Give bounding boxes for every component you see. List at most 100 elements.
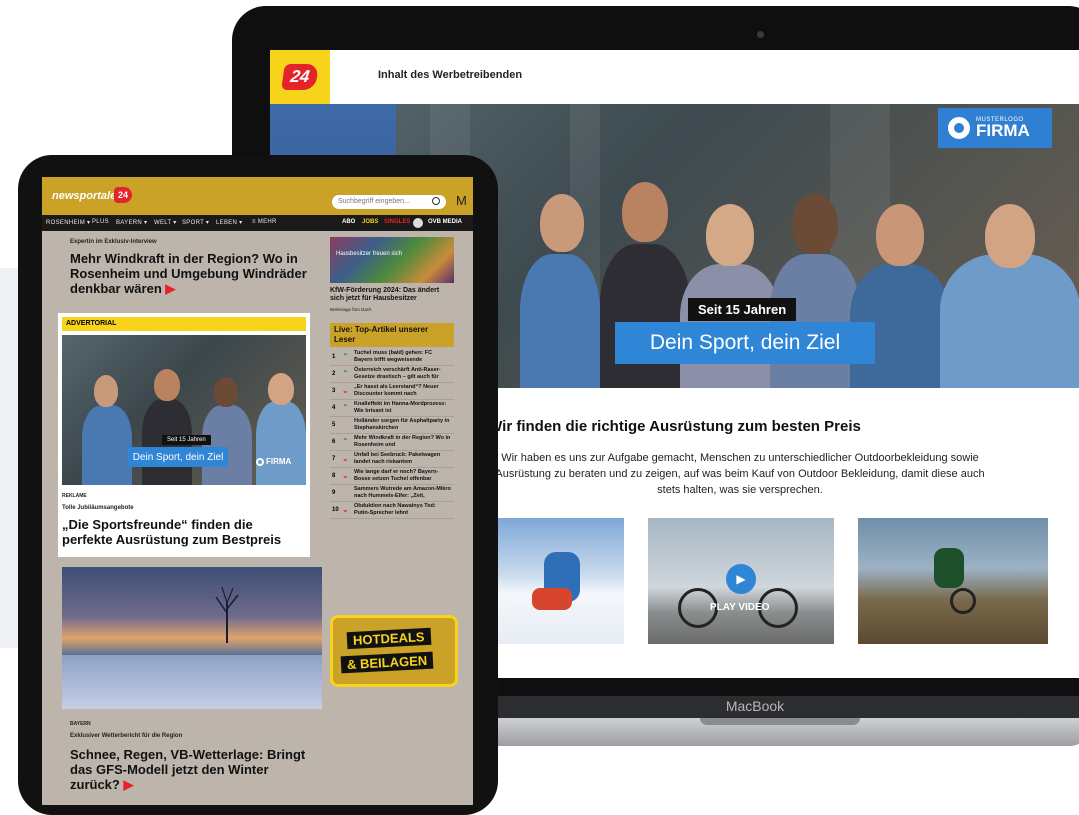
brand-ring-icon — [948, 117, 970, 139]
sidebar: Hausbesitzer freuen sich KfW-Förderung 2… — [330, 231, 462, 805]
nav-brand[interactable]: OVB MEDIA — [428, 219, 462, 225]
search-icon[interactable] — [432, 197, 440, 205]
article-title[interactable]: Mehr Windkraft in der Region? Wo in Rose… — [70, 251, 310, 296]
user-avatar-icon[interactable] — [413, 218, 423, 228]
header-right-letter[interactable]: M — [456, 193, 467, 208]
trend-down-icon: ⌄ — [342, 454, 349, 463]
nav-abo[interactable]: ABO — [342, 219, 355, 225]
hero-tag: Seit 15 Jahren — [688, 298, 797, 321]
advertorial-image[interactable]: Seit 15 Jahren Dein Sport, dein Ziel FIR… — [62, 335, 306, 485]
bike-wheel — [950, 588, 976, 614]
person — [622, 182, 668, 242]
person — [985, 204, 1035, 268]
winter-image[interactable] — [62, 567, 322, 709]
nav-item-rosenheim[interactable]: ROSENHEIM ▾ — [46, 219, 90, 226]
trend-item[interactable]: 8 ⌄ Wie lange darf er noch? Bayern-Bosse s… — [330, 468, 454, 485]
trend-rank: 9 — [332, 490, 336, 496]
trend-rank: 7 — [332, 456, 336, 462]
advertorial-headline[interactable]: „Die Sportsfreunde“ finden die perfekte … — [62, 517, 302, 547]
sidebar-article-sub: Beilenlage fürs Dach — [330, 307, 372, 312]
trend-text: Obduktion nach Nawalnys Tod: Putin-Sprec… — [354, 503, 436, 516]
ad-header: 24 Inhalt des Werbetreibenden — [270, 50, 1079, 104]
nav-item-mehr[interactable]: ≡ MEHR — [252, 219, 277, 225]
trend-rank: 1 — [332, 354, 336, 360]
trend-up-icon: ⌃ — [342, 369, 349, 378]
nav-item-plus[interactable]: PLUS — [92, 219, 109, 225]
thumbnail-mtb[interactable] — [858, 518, 1048, 644]
arrow-icon: ▶ — [123, 777, 134, 792]
trend-text: Tuchel muss (bald) gehen: FC Bayern trif… — [354, 350, 433, 363]
sidebar-image[interactable]: Hausbesitzer freuen sich — [330, 237, 454, 283]
person — [940, 254, 1079, 388]
search-input[interactable]: Suchbegriff eingeben... — [332, 195, 446, 209]
person — [94, 375, 118, 407]
trend-text: Knalleffekt im Hanna-Mordprozess: Wie br… — [354, 401, 447, 414]
trend-item[interactable]: 9 Sammers Wutrede am Amazon-Mikro nach Hu… — [330, 485, 454, 502]
trend-list: 1 ⌃ Tuchel muss (bald) gehen: FC Bayern tr… — [330, 349, 454, 519]
tablet-screen: newsportale 24 Suchbegriff eingeben... M… — [42, 177, 473, 805]
person — [154, 369, 180, 401]
sidebar-article-title[interactable]: KfW-Förderung 2024: Das ändert sich jetz… — [330, 287, 454, 303]
person — [202, 405, 252, 485]
main-nav: ROSENHEIM ▾ PLUS BAYERN ▾ WELT ▾ SPORT ▾… — [42, 215, 473, 231]
nav-item-welt[interactable]: WELT ▾ — [154, 219, 177, 226]
person — [770, 254, 860, 388]
article-kicker: Exklusiver Wetterbericht für die Region — [70, 733, 183, 739]
person — [792, 194, 838, 254]
trend-text: Holländer sorgen für Asphaltparty in Ste… — [354, 418, 450, 431]
advertorial-kicker: Tolle Jubiläumsangebote — [62, 505, 134, 511]
play-icon[interactable]: ▶ — [726, 564, 756, 594]
nav-jobs[interactable]: JOBS — [362, 219, 378, 225]
hotdeals-banner[interactable]: HOTDEALS & BEILAGEN — [330, 615, 458, 687]
tablet-main: Expertin im Exklusiv-Interview Mehr Wind… — [42, 231, 473, 805]
trend-item[interactable]: 3 ⌄ „Er hasst als Leerstand“? Neuer Discou… — [330, 383, 454, 400]
skier-pants — [532, 588, 572, 610]
frosted-field — [62, 655, 322, 709]
person — [706, 204, 754, 266]
trend-item[interactable]: 6 ⌃ Mehr Windkraft in der Region? Wo in Ro… — [330, 434, 454, 451]
trend-text: Österreich verschärft Anti-Raser-Gesetze… — [354, 367, 441, 380]
person — [540, 194, 584, 252]
nav-item-sport[interactable]: SPORT ▾ — [182, 219, 209, 226]
trend-item[interactable]: 5 Holländer sorgen für Asphaltparty in St… — [330, 417, 454, 434]
trend-text: Unfall bei Seebruck: Paketwagen landet n… — [354, 452, 441, 465]
article-title[interactable]: Schnee, Regen, VB-Wetterlage: Bringt das… — [70, 747, 310, 792]
trend-text: Wie lange darf er noch? Bayern-Bosse set… — [354, 469, 439, 482]
article-kicker: Expertin im Exklusiv-Interview — [70, 239, 157, 245]
advertorial-tag: Seit 15 Jahren — [162, 435, 211, 445]
trend-down-icon: ⌄ — [342, 386, 349, 395]
trend-up-icon: ⌃ — [342, 352, 349, 361]
trend-item[interactable]: 2 ⌃ Österreich verschärft Anti-Raser-Geset… — [330, 366, 454, 383]
trend-rank: 6 — [332, 439, 336, 445]
trend-item[interactable]: 1 ⌃ Tuchel muss (bald) gehen: FC Bayern tr… — [330, 349, 454, 366]
live-top-articles-header: Live: Top-Artikel unserer Leser — [330, 323, 454, 347]
trend-item[interactable]: 4 ⌃ Knalleffekt im Hanna-Mordprozess: Wie … — [330, 400, 454, 417]
trend-text: Mehr Windkraft in der Region? Wo in Rose… — [354, 435, 451, 448]
sidebar-image-caption: Hausbesitzer freuen sich — [336, 251, 403, 257]
site-logo[interactable]: 24 — [270, 50, 330, 104]
trend-text: „Er hasst als Leerstand“? Neuer Discount… — [354, 384, 439, 397]
trend-item[interactable]: 10 ⌄ Obduktion nach Nawalnys Tod: Putin-Sp… — [330, 502, 454, 519]
person — [600, 244, 690, 388]
advertorial-brand: FIRMA — [266, 457, 292, 466]
trend-item[interactable]: 7 ⌄ Unfall bei Seebruck: Paketwagen landet… — [330, 451, 454, 468]
nav-item-leben[interactable]: LEBEN ▾ — [216, 219, 242, 226]
nav-item-bayern[interactable]: BAYERN ▾ — [116, 219, 147, 226]
thumbnail-video[interactable]: ▶ PLAY VIDEO — [648, 518, 834, 644]
advertorial-box[interactable]: ADVERTORIAL Seit 15 Jahren Dein Sport, d… — [58, 313, 310, 557]
tablet-logo[interactable]: newsportale — [52, 190, 116, 202]
trend-rank: 5 — [332, 422, 336, 428]
person — [520, 254, 600, 388]
search-placeholder: Suchbegriff eingeben... — [338, 198, 410, 205]
trend-down-icon: ⌄ — [342, 471, 349, 480]
person — [256, 401, 306, 485]
advertorial-label: ADVERTORIAL — [62, 317, 306, 331]
advertiser-content-label: Inhalt des Werbetreibenden — [378, 69, 523, 81]
play-video-label[interactable]: PLAY VIDEO — [710, 602, 769, 613]
nav-singles[interactable]: SINGLES — [384, 219, 410, 225]
tree-icon — [215, 586, 239, 643]
thumbnail-ski[interactable] — [492, 518, 624, 644]
camera-icon — [757, 31, 764, 38]
advertorial-image-title: Dein Sport, dein Ziel — [128, 447, 228, 467]
ad-body-text: Wir haben es uns zur Aufgabe gemacht, Me… — [495, 452, 985, 496]
